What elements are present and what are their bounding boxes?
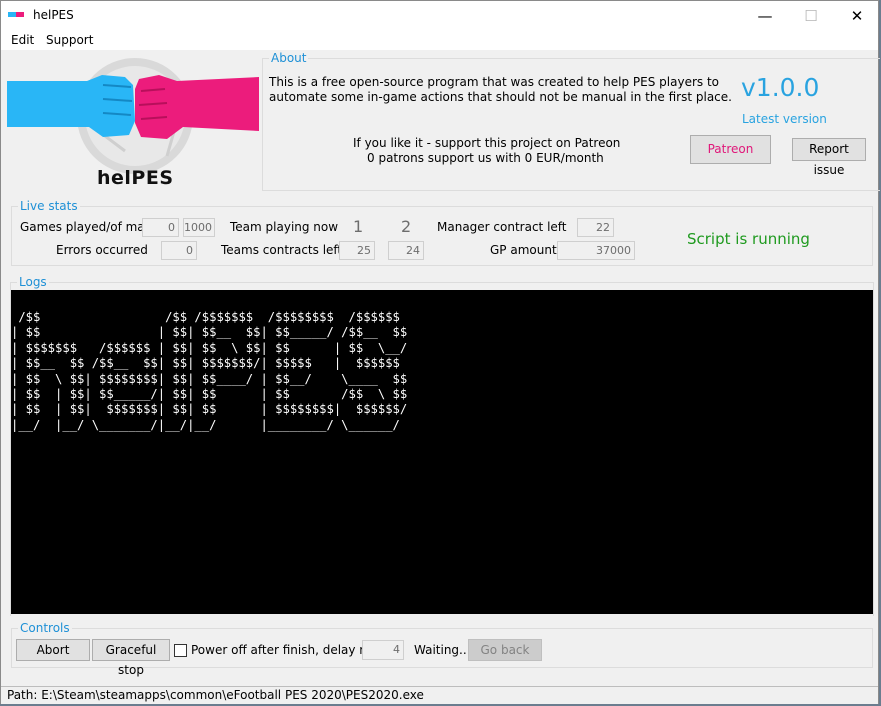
patreon-button[interactable]: Patreon (690, 135, 771, 164)
team-playing-label: Team playing now (230, 220, 339, 234)
maximize-button[interactable]: ☐ (788, 1, 834, 31)
live-stats-group: Live stats Games played/of max 0 1000 Er… (11, 198, 873, 266)
report-issue-button[interactable]: Report issue (792, 138, 866, 177)
ascii-line: | $$ \ $$| $$$$$$$$| $$| $$____/ | $$__/… (11, 371, 408, 386)
games-played-field: 0 (142, 218, 179, 237)
gp-amount-field: 37000 (557, 241, 635, 260)
support-line1: If you like it - support this project on… (353, 136, 621, 150)
app-logo-icon (8, 12, 24, 17)
manager-contract-field: 22 (577, 218, 614, 237)
ascii-line: | $$ | $$| $$_____/| $$| $$ | $$ /$$ \ $… (11, 387, 408, 402)
ascii-line: | $$__ $$ /$$__ $$| $$| $$$$$$$/| $$$$$ … (11, 356, 408, 371)
team2-indicator: 2 (401, 217, 412, 236)
abort-button[interactable]: Abort (16, 639, 90, 661)
title-bar: helPES — ☐ ✕ (1, 1, 878, 31)
ascii-line: |__/ |__/ \_______/|__/|__/ |________/ \… (11, 417, 408, 432)
controls-status: Waiting.. (414, 643, 467, 657)
ascii-banner: /$$ /$$ /$$$$$$$ /$$$$$$$$ /$$$$$$ | $$ … (11, 310, 866, 433)
controls-group: Controls Abort Graceful stop Power off a… (11, 620, 873, 677)
status-bar: Path: E:\Steam\steamapps\common\eFootbal… (1, 686, 878, 704)
errors-field: 0 (161, 241, 197, 260)
ascii-line: | $$$$$$$ /$$$$$$ | $$| $$ \ $$| $$ | $$… (11, 340, 408, 355)
manager-contract-label: Manager contract left (437, 220, 567, 234)
games-played-label: Games played/of max (20, 220, 152, 234)
version-status: Latest version (742, 112, 827, 126)
team1-indicator: 1 (353, 217, 364, 236)
support-line2: 0 patrons support us with 0 EUR/month (367, 151, 604, 165)
about-legend: About (269, 50, 309, 66)
power-off-checkbox[interactable] (174, 644, 187, 657)
delay-field[interactable]: 4 (362, 640, 404, 660)
window-title: helPES (33, 8, 74, 22)
log-console[interactable]: /$$ /$$ /$$$$$$$ /$$$$$$$$ /$$$$$$ | $$ … (11, 290, 873, 614)
menu-edit[interactable]: Edit (11, 33, 34, 47)
live-stats-legend: Live stats (18, 198, 80, 214)
minimize-button[interactable]: — (742, 1, 788, 31)
about-group: About This is a free open-source program… (262, 50, 880, 191)
errors-label: Errors occurred (56, 243, 148, 257)
go-back-button[interactable]: Go back (468, 639, 542, 661)
script-status: Script is running (687, 230, 810, 248)
exe-path: Path: E:\Steam\steamapps\common\eFootbal… (7, 688, 424, 702)
ascii-line: | $$ | $$| $$$$$$$| $$| $$ | $$$$$$$$| $… (11, 402, 408, 417)
team2-contracts-field: 24 (388, 241, 424, 260)
ascii-line: | $$ | $$| $$__ $$| $$_____/ /$$__ $$ (11, 325, 408, 340)
menu-bar: Edit Support (1, 31, 878, 50)
logo-text: helPES (97, 167, 174, 189)
ascii-line: /$$ /$$ /$$$$$$$ /$$$$$$$$ /$$$$$$ (11, 310, 408, 324)
team1-contracts-field: 25 (339, 241, 375, 260)
controls-legend: Controls (18, 620, 72, 636)
gp-amount-label: GP amount (490, 243, 557, 257)
logs-legend: Logs (17, 274, 49, 290)
graceful-stop-button[interactable]: Graceful stop (92, 639, 170, 677)
menu-support[interactable]: Support (46, 33, 93, 47)
teams-contracts-label: Teams contracts left (221, 243, 343, 257)
version-label: v1.0.0 (741, 73, 820, 102)
games-max-field: 1000 (183, 218, 215, 237)
about-description-line1: This is a free open-source program that … (269, 75, 719, 89)
power-off-label: Power off after finish, delay m: (191, 643, 376, 657)
app-window: helPES — ☐ ✕ Edit Support helPES About T… (0, 0, 880, 704)
about-description-line2: automate some in-game actions that shoul… (269, 90, 732, 104)
close-button[interactable]: ✕ (834, 1, 880, 31)
